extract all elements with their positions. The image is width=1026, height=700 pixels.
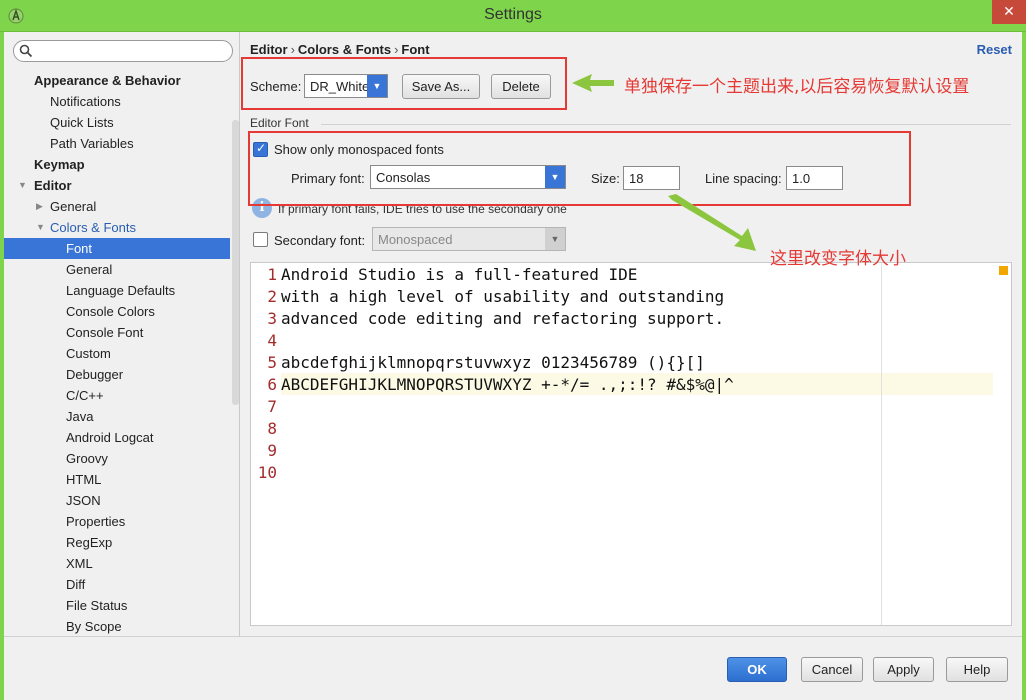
cancel-button[interactable]: Cancel	[801, 657, 863, 682]
ok-button[interactable]: OK	[727, 657, 787, 682]
size-annotation-note: 这里改变字体大小	[770, 249, 906, 269]
apply-button[interactable]: Apply	[873, 657, 934, 682]
scheme-annotation-note: 单独保存一个主题出来,以后容易恢复默认设置	[624, 77, 970, 97]
dialog-button-bar: OK Cancel Apply Help	[4, 636, 1022, 700]
scheme-note-arrow	[572, 74, 614, 92]
size-note-arrow	[668, 194, 756, 251]
annotation-arrows	[572, 74, 756, 251]
help-button[interactable]: Help	[946, 657, 1008, 682]
